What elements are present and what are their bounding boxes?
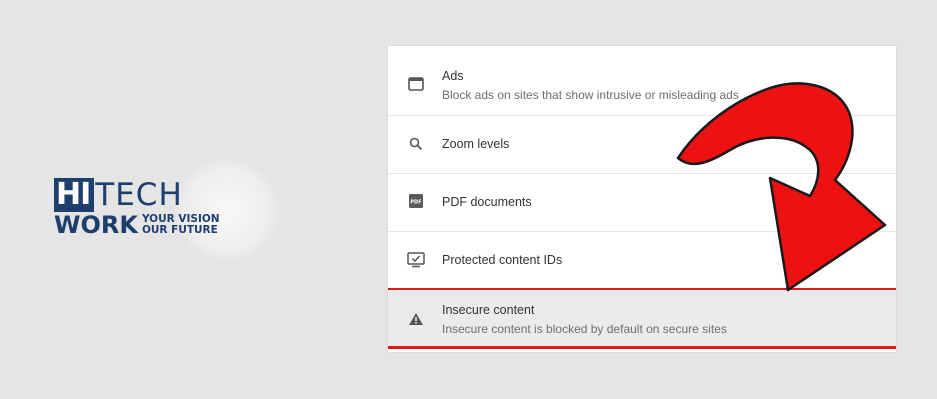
logo-hi: HI	[54, 178, 95, 212]
window-icon	[406, 74, 426, 94]
settings-row-insecure-content[interactable]: Insecure content Insecure content is blo…	[388, 288, 896, 348]
logo-tech: TECH	[95, 177, 183, 213]
logo-tagline: YOUR VISION OUR FUTURE	[142, 214, 220, 236]
settings-row-zoom-levels[interactable]: Zoom levels	[388, 116, 896, 174]
site-settings-panel: Ads Block ads on sites that show intrusi…	[388, 46, 896, 352]
search-icon	[406, 134, 426, 154]
row-title: Protected content IDs	[442, 253, 563, 267]
logo-tagline-line2: OUR FUTURE	[141, 224, 218, 236]
row-title: PDF documents	[442, 195, 532, 209]
globe-watermark	[172, 160, 282, 260]
pdf-icon-label: PDF	[410, 200, 421, 206]
row-title: Insecure content	[442, 303, 535, 317]
settings-row-ads[interactable]: Ads Block ads on sites that show intrusi…	[388, 46, 896, 116]
row-title: Zoom levels	[442, 137, 510, 151]
settings-row-protected-content[interactable]: Protected content IDs	[388, 232, 896, 287]
pdf-icon: PDF	[406, 191, 426, 211]
monitor-check-icon	[406, 250, 426, 270]
logo-work: WORK	[54, 211, 138, 239]
row-title: Ads	[442, 69, 464, 83]
row-subtitle: Insecure content is blocked by default o…	[442, 322, 727, 336]
row-subtitle: Block ads on sites that show intrusive o…	[442, 88, 739, 102]
highlight-underline	[388, 346, 896, 349]
settings-row-pdf-documents[interactable]: PDF PDF documents	[388, 174, 896, 232]
warning-icon	[406, 309, 426, 329]
hitechwork-logo: HI TECH WORK YOUR VISION OUR FUTURE	[54, 160, 282, 260]
